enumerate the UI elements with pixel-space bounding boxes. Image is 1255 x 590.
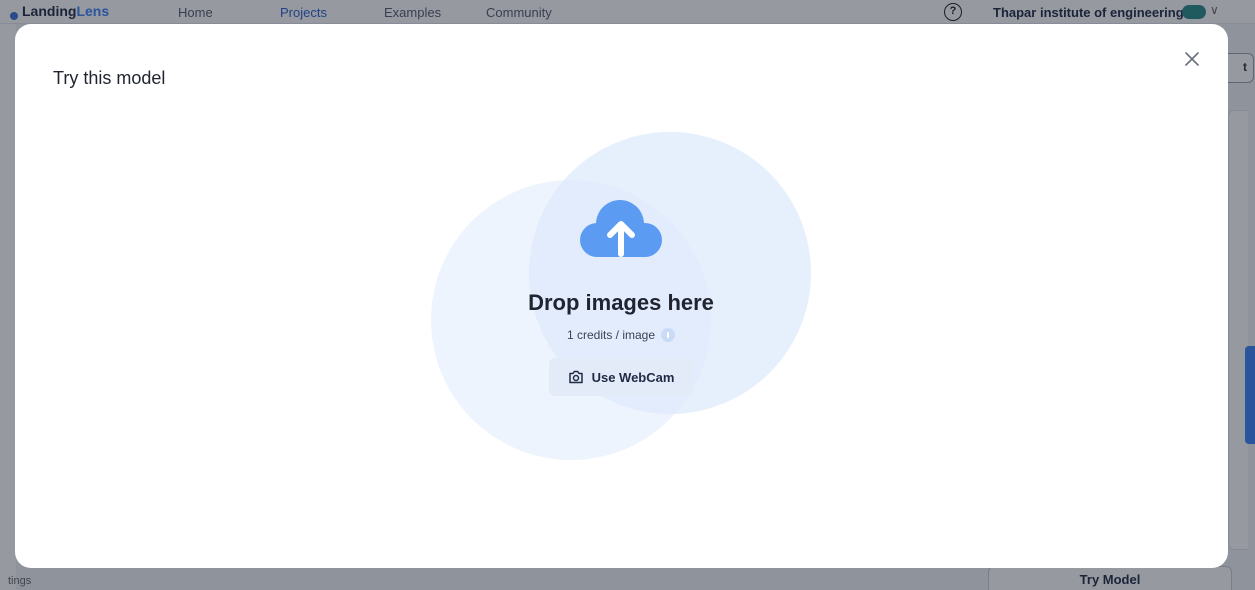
use-webcam-button[interactable]: Use WebCam bbox=[549, 358, 693, 396]
credits-per-image: 1 credits / image bbox=[566, 328, 656, 342]
modal-title: Try this model bbox=[53, 68, 166, 88]
close-icon bbox=[1185, 52, 1199, 66]
info-icon[interactable] bbox=[661, 328, 676, 342]
dropzone-title: Drop images here bbox=[528, 290, 714, 315]
cloud-upload-icon bbox=[580, 200, 662, 257]
use-webcam-label: Use WebCam bbox=[591, 369, 675, 385]
try-model-modal: Try this model Drop images here 1 credit… bbox=[15, 24, 1228, 568]
credits-info: 1 credits / image bbox=[566, 328, 676, 342]
image-dropzone[interactable]: Drop images here 1 credits / image Use W… bbox=[481, 184, 761, 414]
close-button[interactable] bbox=[1179, 46, 1205, 72]
camera-icon bbox=[568, 370, 583, 384]
